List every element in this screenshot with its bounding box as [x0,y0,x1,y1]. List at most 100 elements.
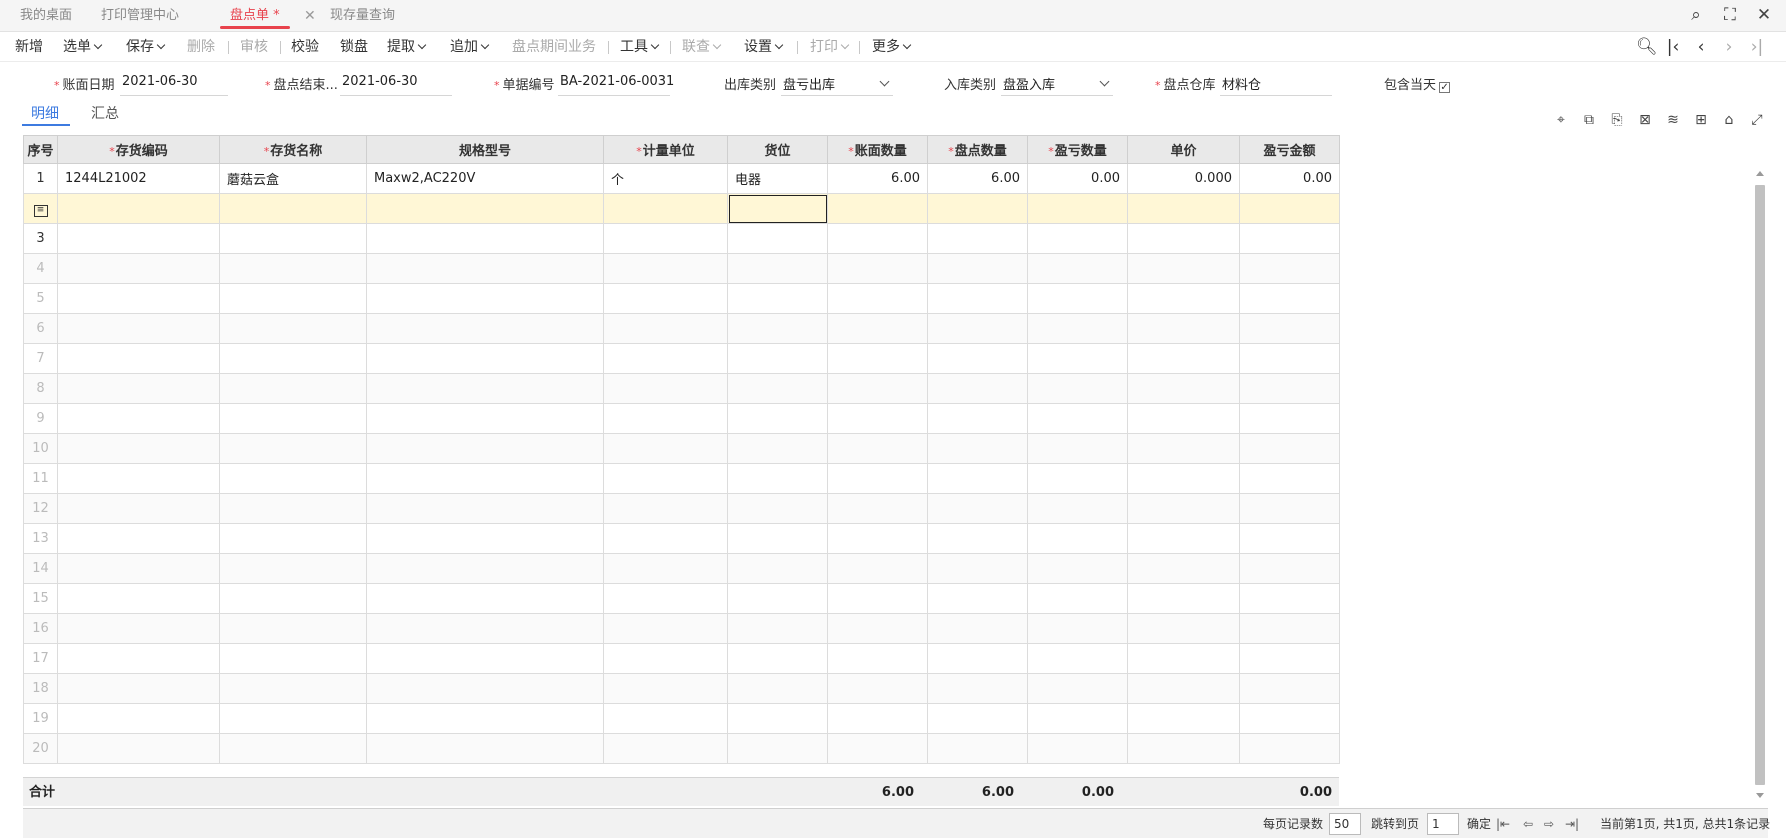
col-header-diff-qty[interactable]: *盈亏数量 [1027,135,1128,164]
confirm-button[interactable]: 确定 [1467,809,1491,839]
cell-book-qty[interactable] [827,433,928,464]
cell-amount[interactable] [1239,733,1340,764]
cell-location[interactable] [727,223,828,254]
cell-amount[interactable] [1239,283,1340,314]
cell-spec[interactable] [366,223,604,254]
cell-name[interactable] [219,463,367,494]
cell-book-qty[interactable] [827,343,928,374]
cell-book-qty[interactable] [827,553,928,584]
cell-location[interactable] [727,523,828,554]
cell-amount[interactable] [1239,313,1340,344]
cell-count-qty[interactable] [927,673,1028,704]
col-header-book-qty[interactable]: *账面数量 [827,135,928,164]
doc-number-input[interactable]: BA-2021-06-0031 [558,74,674,96]
tools-menu[interactable]: 工具 [620,32,660,62]
cell-price[interactable] [1127,403,1240,434]
cell-amount[interactable] [1239,613,1340,644]
cell-count-qty[interactable] [927,463,1028,494]
new-button[interactable]: 新增 [15,32,43,62]
cell-price[interactable] [1127,433,1240,464]
cell-price[interactable] [1127,283,1240,314]
cell-diff-qty[interactable] [1027,223,1128,254]
row-insert-cell[interactable]: ≡ [23,193,58,224]
in-category-select[interactable]: 盘盈入库 [1001,74,1113,96]
cell-name[interactable] [219,373,367,404]
cell-book-qty[interactable] [827,193,928,224]
cell-diff-qty[interactable] [1027,673,1128,704]
cell-book-qty[interactable] [827,583,928,614]
cell-diff-qty[interactable] [1027,733,1128,764]
cell-name[interactable] [219,703,367,734]
cell-spec[interactable] [366,403,604,434]
cell-code[interactable] [57,583,220,614]
cell-name[interactable] [219,583,367,614]
cell-code[interactable] [57,313,220,344]
cell-location[interactable] [727,583,828,614]
cell-name[interactable] [219,523,367,554]
magnifier-icon[interactable]: 🔍︎ [1636,36,1658,58]
audit-button[interactable]: 审核 [240,32,268,62]
cell-code[interactable] [57,553,220,584]
cell-count-qty[interactable] [927,343,1028,374]
cell-amount[interactable] [1239,223,1340,254]
cell-diff-qty[interactable] [1027,523,1128,554]
cell-diff-qty[interactable] [1027,433,1128,464]
cell-count-qty[interactable] [927,283,1028,314]
cell-amount[interactable] [1239,493,1340,524]
cell-count-qty[interactable] [927,433,1028,464]
cell-location[interactable] [727,733,828,764]
cell-spec[interactable] [366,193,604,224]
cell-price[interactable] [1127,613,1240,644]
cell-code[interactable] [57,253,220,284]
cell-unit[interactable] [603,253,728,284]
cell-location[interactable] [727,463,828,494]
cell-count-qty[interactable] [927,733,1028,764]
table-row[interactable]: 18 [23,673,1340,704]
last-record-icon[interactable]: ›| [1748,36,1766,58]
cell-unit[interactable] [603,403,728,434]
cell-price[interactable] [1127,493,1240,524]
cell-unit[interactable] [603,283,728,314]
cell-unit[interactable] [603,493,728,524]
col-header-amount[interactable]: 盈亏金额 [1239,135,1340,164]
cell-code[interactable]: 1244L21002 [57,163,220,194]
table-row[interactable]: 8 [23,373,1340,404]
next-page-icon[interactable]: ⇨ [1544,809,1554,839]
cell-code[interactable] [57,193,220,224]
table-row[interactable]: 3 [23,223,1340,254]
cell-unit[interactable] [603,193,728,224]
cell-book-qty[interactable] [827,253,928,284]
cell-location[interactable] [727,613,828,644]
save-menu[interactable]: 保存 [126,32,166,62]
scroll-thumb[interactable] [1755,185,1765,785]
cell-diff-qty[interactable] [1027,463,1128,494]
cell-unit[interactable] [603,583,728,614]
link-query-menu[interactable]: 联查 [682,32,722,62]
cell-count-qty[interactable] [927,373,1028,404]
table-row[interactable]: 17 [23,643,1340,674]
cell-price[interactable] [1127,313,1240,344]
next-record-icon[interactable]: › [1720,36,1738,58]
col-header-name[interactable]: *存货名称 [219,135,367,164]
table-row[interactable]: 4 [23,253,1340,284]
cell-spec[interactable] [366,553,604,584]
cell-diff-qty[interactable] [1027,553,1128,584]
more-menu[interactable]: 更多 [872,32,912,62]
cell-code[interactable] [57,343,220,374]
first-page-icon[interactable]: |⇤ [1496,809,1510,839]
cell-unit[interactable] [603,673,728,704]
tab-stock-query[interactable]: 现存量查询 [330,0,395,32]
cell-amount[interactable] [1239,583,1340,614]
cell-count-qty[interactable] [927,643,1028,674]
fullscreen-icon[interactable]: ⛶ [1720,4,1740,26]
expand-icon[interactable]: ⤢ [1748,111,1766,129]
cell-location[interactable] [727,343,828,374]
table-row[interactable]: 20 [23,733,1340,764]
cell-price[interactable] [1127,643,1240,674]
cell-location[interactable]: 电器 [727,163,828,194]
cell-name[interactable] [219,433,367,464]
table-row[interactable]: 15 [23,583,1340,614]
cell-location-focused[interactable] [727,193,828,224]
table-row[interactable]: 16 [23,613,1340,644]
cell-spec[interactable] [366,673,604,704]
